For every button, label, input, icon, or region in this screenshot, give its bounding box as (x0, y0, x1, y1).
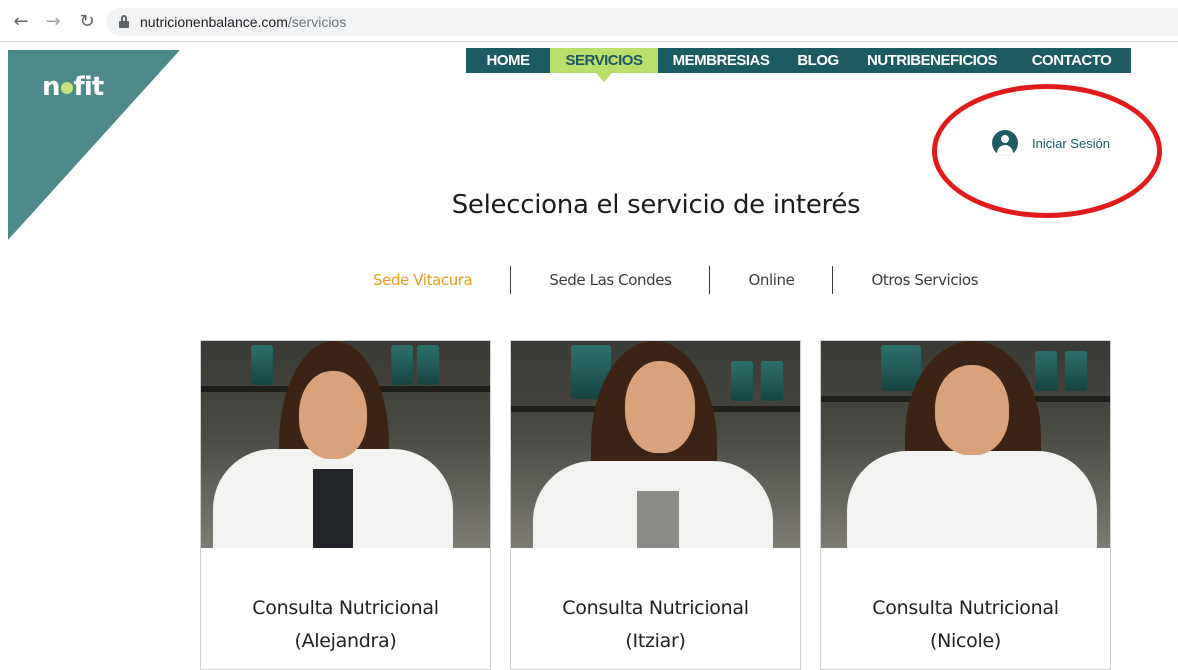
user-icon (992, 130, 1018, 156)
nutritionist-photo (821, 341, 1110, 548)
nav-item-servicios[interactable]: SERVICIOS (550, 48, 658, 82)
service-card-line2: (Alejandra) (294, 630, 397, 652)
page-title: Selecciona el servicio de interés (451, 190, 861, 220)
service-card-title: Consulta Nutricional (Itziar) (511, 592, 800, 658)
address-bar[interactable]: nutricionenbalance.com/servicios (106, 8, 1178, 36)
nav-item-contacto[interactable]: CONTACTO (1012, 48, 1131, 73)
back-arrow-icon[interactable]: ← (10, 10, 32, 32)
service-card-line1: Consulta Nutricional (252, 597, 439, 619)
page: n fit HOME SERVICIOS MEMBRESIAS BLOG NUTR… (0, 42, 1178, 670)
site-logo[interactable]: n fit (42, 72, 105, 102)
nav-item-nutribeneficios[interactable]: NUTRIBENEFICIOS (852, 48, 1012, 73)
tab-sede-las-condes[interactable]: Sede Las Condes (511, 271, 709, 289)
nav-item-blog[interactable]: BLOG (784, 48, 852, 73)
logo-text-right: fit (73, 72, 105, 102)
logo-text-left: n (42, 72, 60, 102)
nav-item-membresias[interactable]: MEMBRESIAS (658, 48, 784, 73)
service-card-title: Consulta Nutricional (Nicole) (821, 592, 1110, 658)
login-label: Iniciar Sesión (1032, 135, 1111, 151)
service-card-line2: (Nicole) (930, 630, 1001, 652)
tab-sede-vitacura[interactable]: Sede Vitacura (335, 271, 510, 289)
nutritionist-photo (201, 341, 490, 548)
reload-icon[interactable]: ↻ (76, 10, 98, 32)
tab-online[interactable]: Online (710, 271, 832, 289)
service-card-line2: (Itziar) (625, 630, 686, 652)
forward-arrow-icon[interactable]: → (42, 10, 64, 32)
service-card-nicole[interactable]: Consulta Nutricional (Nicole) (820, 340, 1111, 670)
nav-item-home[interactable]: HOME (466, 48, 550, 73)
url-domain: nutricionenbalance.com (140, 14, 288, 30)
nutritionist-photo (511, 341, 800, 548)
browser-toolbar: ← → ↻ nutricionenbalance.com/servicios (0, 0, 1178, 42)
service-card-line1: Consulta Nutricional (872, 597, 1059, 619)
service-card-line1: Consulta Nutricional (562, 597, 749, 619)
url-text: nutricionenbalance.com/servicios (140, 14, 346, 30)
service-card-itziar[interactable]: Consulta Nutricional (Itziar) (510, 340, 801, 670)
main-navigation: HOME SERVICIOS MEMBRESIAS BLOG NUTRIBENE… (466, 48, 1131, 82)
service-card-title: Consulta Nutricional (Alejandra) (201, 592, 490, 658)
url-path: /servicios (287, 14, 347, 30)
service-card-alejandra[interactable]: Consulta Nutricional (Alejandra) (200, 340, 491, 670)
lock-icon (118, 15, 130, 29)
logo-dot-icon (60, 81, 73, 94)
login-link[interactable]: Iniciar Sesión (992, 130, 1110, 156)
tab-otros-servicios[interactable]: Otros Servicios (833, 271, 1016, 289)
service-cards: Consulta Nutricional (Alejandra) Consult… (200, 340, 1130, 670)
location-tabs: Sede Vitacura Sede Las Condes Online Otr… (335, 266, 1016, 294)
